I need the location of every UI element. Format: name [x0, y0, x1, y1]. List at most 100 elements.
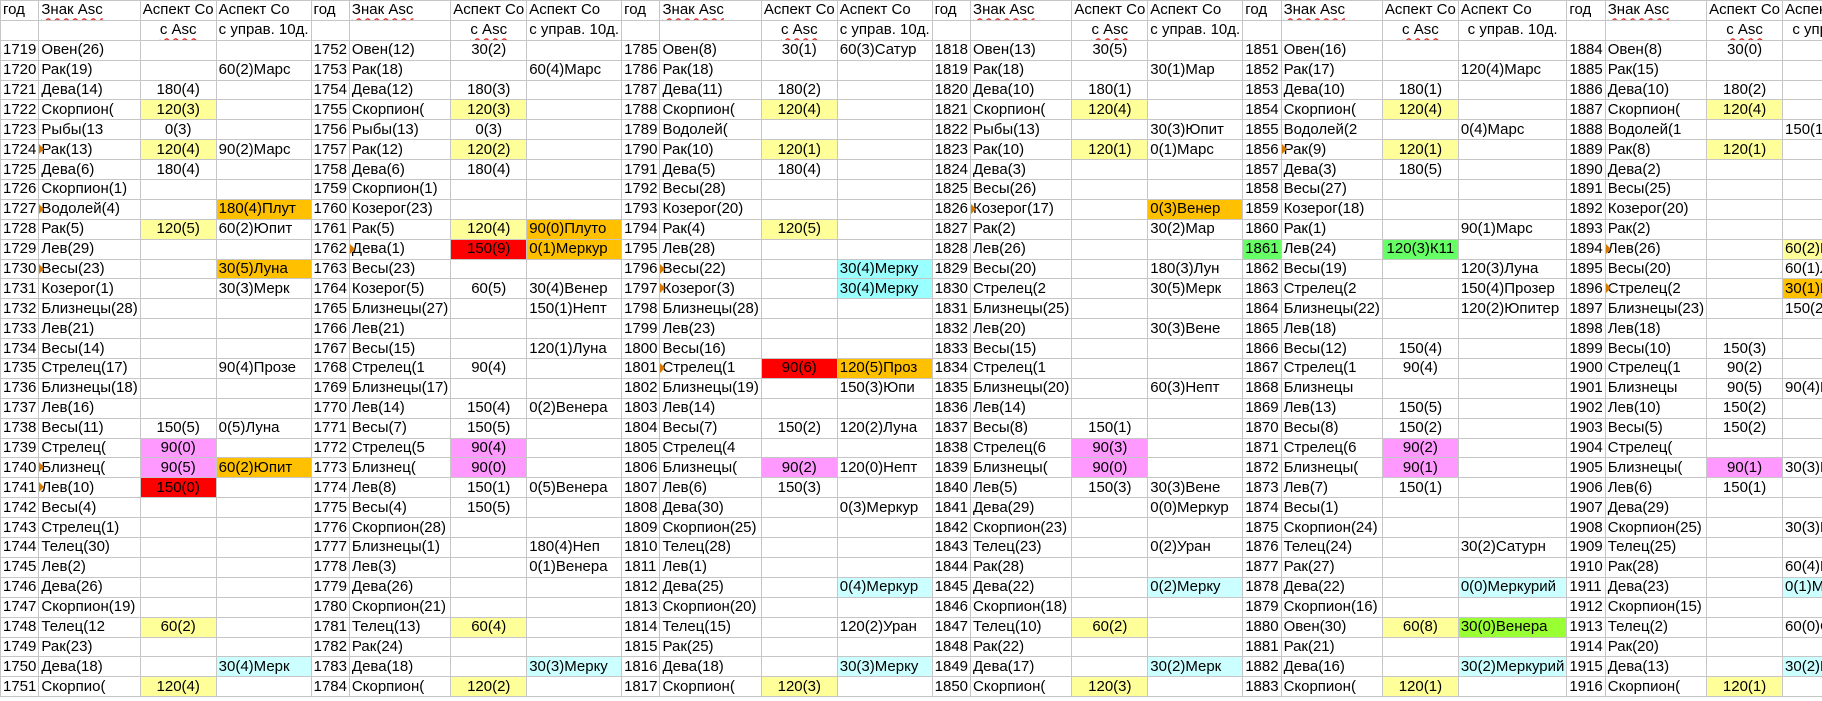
cell-asc-aspect[interactable] — [1706, 218, 1784, 240]
cell-year[interactable]: 1730 — [0, 258, 40, 280]
header-cell-sun-aspect[interactable]: Аспект Со — [526, 0, 623, 21]
cell-sign[interactable]: Лев(21) — [348, 318, 452, 340]
header-cell-sign[interactable]: Знак Asc — [970, 0, 1073, 21]
cell-asc-aspect[interactable] — [1706, 537, 1784, 558]
cell-asc-aspect[interactable] — [450, 517, 528, 539]
cell-asc-aspect[interactable] — [1381, 656, 1459, 678]
cell-asc-aspect[interactable]: 60(2) — [139, 616, 217, 638]
cell-asc-aspect[interactable]: 120(1) — [1706, 139, 1784, 161]
cell-sign[interactable]: Весы(14) — [38, 338, 141, 360]
cell-sun-aspect[interactable] — [836, 139, 933, 161]
cell-year[interactable]: 1838 — [931, 437, 972, 459]
cell-sign[interactable]: Козерог(18) — [1280, 198, 1383, 220]
cell-asc-aspect[interactable] — [1381, 278, 1459, 300]
cell-year[interactable]: 1889 — [1566, 139, 1606, 161]
cell-sun-aspect[interactable] — [1457, 477, 1568, 499]
cell-sun-aspect[interactable] — [1782, 397, 1822, 419]
cell-asc-aspect[interactable] — [1706, 59, 1784, 81]
cell-sign[interactable]: Весы(7) — [659, 417, 762, 439]
cell-sign[interactable]: Лев(23) — [659, 318, 762, 340]
cell-sign[interactable]: Скорпион( — [1604, 99, 1708, 121]
cell-sun-aspect[interactable]: 120(0)Непт — [836, 457, 933, 479]
cell-year[interactable]: 1768 — [310, 358, 350, 379]
cell-year[interactable]: 1863 — [1242, 278, 1282, 300]
cell-year[interactable]: 1849 — [931, 656, 972, 678]
header-cell-year[interactable] — [931, 19, 972, 41]
cell-year[interactable]: 1806 — [621, 457, 661, 479]
cell-asc-aspect[interactable] — [139, 397, 217, 419]
cell-asc-aspect[interactable] — [139, 358, 217, 379]
cell-sun-aspect[interactable] — [1457, 238, 1568, 260]
cell-year[interactable]: 1884 — [1566, 39, 1606, 61]
cell-year[interactable]: 1864 — [1242, 298, 1282, 320]
cell-asc-aspect[interactable]: 180(4) — [450, 159, 528, 181]
cell-year[interactable]: 1737 — [0, 397, 40, 419]
cell-asc-aspect[interactable] — [1706, 636, 1784, 658]
cell-sun-aspect[interactable] — [836, 338, 933, 360]
cell-sign[interactable]: Рак(19) — [38, 59, 141, 81]
cell-asc-aspect[interactable]: 120(3) — [450, 99, 528, 121]
cell-sign[interactable]: Овен(26) — [38, 39, 141, 61]
cell-asc-aspect[interactable]: 150(5) — [450, 417, 528, 439]
header-cell-year[interactable]: год — [1566, 0, 1606, 21]
cell-year[interactable]: 1813 — [621, 596, 661, 618]
cell-sign[interactable]: Рак(18) — [970, 59, 1073, 81]
cell-year[interactable]: 1832 — [931, 318, 972, 340]
cell-sun-aspect[interactable] — [1147, 238, 1244, 260]
cell-asc-aspect[interactable] — [1071, 59, 1149, 81]
cell-year[interactable]: 1842 — [931, 517, 972, 539]
cell-sign[interactable]: Близнецы(23) — [1604, 298, 1708, 320]
cell-asc-aspect[interactable] — [1706, 238, 1784, 260]
cell-sign[interactable]: Стрелец(1 — [659, 358, 762, 379]
cell-sign[interactable]: Весы(25) — [1604, 179, 1708, 200]
cell-year[interactable]: 1906 — [1566, 477, 1606, 499]
cell-sign[interactable]: Скорпион(24) — [1280, 517, 1383, 539]
cell-sign[interactable]: Дева(18) — [659, 656, 762, 678]
cell-asc-aspect[interactable] — [1381, 119, 1459, 141]
cell-sign[interactable]: Лев(16) — [38, 397, 141, 419]
cell-sign[interactable]: Весы(11) — [38, 417, 141, 439]
cell-year[interactable]: 1777 — [310, 537, 350, 558]
cell-sun-aspect[interactable] — [836, 437, 933, 459]
cell-asc-aspect[interactable] — [139, 238, 217, 260]
cell-sign[interactable]: Рак(20) — [1604, 636, 1708, 658]
cell-year[interactable]: 1773 — [310, 457, 350, 479]
cell-year[interactable]: 1720 — [0, 59, 40, 81]
cell-sun-aspect[interactable] — [836, 318, 933, 340]
cell-year[interactable]: 1874 — [1242, 497, 1282, 519]
cell-sun-aspect[interactable] — [1147, 338, 1244, 360]
header-cell-sun-aspect[interactable]: Аспект Со — [1457, 0, 1568, 21]
cell-asc-aspect[interactable] — [450, 537, 528, 558]
cell-asc-aspect[interactable] — [760, 258, 838, 280]
cell-asc-aspect[interactable] — [1706, 198, 1784, 220]
cell-year[interactable]: 1818 — [931, 39, 972, 61]
cell-asc-aspect[interactable]: 90(2) — [1706, 358, 1784, 379]
cell-sign[interactable]: Лев(2) — [38, 556, 141, 578]
cell-sign[interactable]: Лев(14) — [970, 397, 1073, 419]
cell-asc-aspect[interactable]: 180(5) — [1381, 159, 1459, 181]
cell-asc-aspect[interactable] — [760, 656, 838, 678]
cell-sign[interactable]: Дева(6) — [38, 159, 141, 181]
cell-sun-aspect[interactable]: 0(2)Уран — [1147, 537, 1244, 558]
cell-year[interactable]: 1826 — [931, 198, 972, 220]
cell-asc-aspect[interactable] — [760, 119, 838, 141]
cell-sun-aspect[interactable] — [1782, 159, 1822, 181]
cell-sun-aspect[interactable]: 0(2)Мерку — [1147, 576, 1244, 598]
cell-sign[interactable]: Весы(20) — [1604, 258, 1708, 280]
cell-asc-aspect[interactable] — [450, 556, 528, 578]
cell-year[interactable]: 1772 — [310, 437, 350, 459]
cell-sun-aspect[interactable] — [215, 298, 312, 320]
cell-year[interactable]: 1721 — [0, 79, 40, 101]
cell-sign[interactable]: Дева(2) — [1604, 159, 1708, 181]
cell-asc-aspect[interactable]: 180(1) — [1381, 79, 1459, 101]
cell-year[interactable]: 1789 — [621, 119, 661, 141]
cell-asc-aspect[interactable] — [139, 596, 217, 618]
cell-sun-aspect[interactable] — [215, 437, 312, 459]
header-cell-year[interactable] — [1242, 19, 1282, 41]
cell-asc-aspect[interactable] — [450, 377, 528, 399]
cell-asc-aspect[interactable]: 120(4) — [1071, 99, 1149, 121]
cell-year[interactable]: 1860 — [1242, 218, 1282, 240]
cell-sign[interactable]: Рак(12) — [348, 139, 452, 161]
cell-sun-aspect[interactable]: 30(1)Венера — [1782, 278, 1822, 300]
cell-sun-aspect[interactable] — [1457, 159, 1568, 181]
